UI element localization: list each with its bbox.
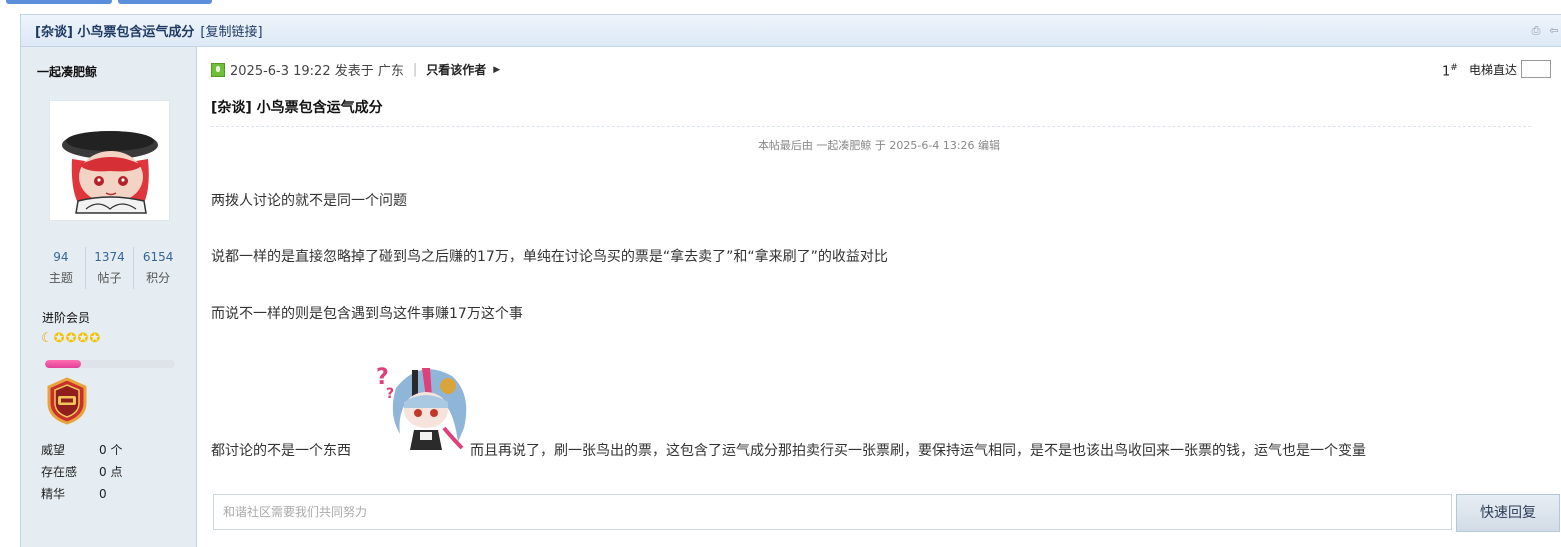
post-date: 2025-6-3 19:22 发表于 广东 — [230, 64, 404, 79]
level-stars: ☾ ✪ ✪ ✪ ✪ — [41, 332, 100, 346]
top-tab-strip — [0, 0, 1561, 4]
avatar-image — [62, 131, 158, 214]
profile-value: 0 点 — [99, 465, 123, 479]
post-title: [杂谈] 小鸟票包含运气成分 — [211, 100, 383, 116]
stat-posts[interactable]: 1374 帖子 — [86, 247, 135, 289]
author-name[interactable]: 一起凑肥鲸 — [37, 63, 97, 80]
elevator-label: 电梯直达 — [1469, 62, 1518, 77]
profile-value: 0 — [99, 487, 107, 501]
medal-icon[interactable] — [43, 377, 91, 425]
profile-value: 0 个 — [99, 443, 123, 457]
play-arrow-icon[interactable]: ▶ — [493, 65, 500, 75]
title-divider — [211, 126, 1531, 127]
stat-posts-value[interactable]: 1374 — [86, 247, 134, 267]
post-paragraph-before-sticker: 都讨论的不是一个东西 — [211, 443, 351, 459]
author-stats: 94 主题 1374 帖子 6154 积分 — [37, 247, 182, 289]
post-paragraph: 两拨人讨论的就不是同一个问题 — [211, 193, 407, 209]
svg-text:?: ? — [386, 386, 394, 402]
floor-number[interactable]: 1# — [1442, 63, 1458, 79]
elevator-input[interactable] — [1521, 60, 1552, 78]
post-paragraph: 说都一样的是直接忽略掉了碰到鸟之后赚的17万，单纯在讨论鸟买的票是“拿去卖了”和… — [211, 249, 888, 265]
star-icon: ✪ — [53, 331, 65, 346]
copy-link-button[interactable]: [复制链接] — [200, 21, 262, 40]
print-icon[interactable]: ⎙ — [1529, 24, 1543, 38]
star-icon: ✪ — [77, 331, 89, 346]
moon-icon: ☾ — [41, 331, 53, 346]
elevator-jump: 电梯直达 — [1469, 60, 1552, 78]
edit-note: 本帖最后由 一起凑肥鲸 于 2025-6-4 13:26 编辑 — [757, 139, 1001, 152]
top-tab-2[interactable] — [118, 0, 212, 4]
author-sidebar: 一起凑肥鲸 94 主题 1374 帖子 6154 积分 进阶会员 ☾ ✪ ✪ ✪… — [20, 47, 197, 547]
stat-points[interactable]: 6154 积分 — [134, 247, 182, 289]
top-tab-1[interactable] — [6, 0, 112, 4]
profile-key: 精华 — [41, 487, 66, 501]
post-meta: 2025-6-3 19:22 发表于 广东 | 只看该作者 ▶ — [211, 60, 500, 79]
online-status-icon — [211, 62, 225, 77]
stat-posts-label: 帖子 — [97, 271, 122, 285]
quick-reply-input[interactable]: 和谐社区需要我们共同努力 — [213, 494, 1452, 530]
thread-title: [杂谈] 小鸟票包含运气成分 — [35, 25, 195, 40]
stat-topics-label: 主题 — [48, 271, 73, 285]
star-icon: ✪ — [65, 331, 77, 346]
author-profile-fields: 威望 0 个 存在感 0 点 精华 0 — [41, 439, 122, 505]
stat-topics[interactable]: 94 主题 — [37, 247, 86, 289]
stat-topics-value[interactable]: 94 — [37, 247, 85, 267]
sticker-image: ? ? — [376, 365, 467, 450]
member-level[interactable]: 进阶会员 — [42, 309, 90, 326]
only-author-link[interactable]: 只看该作者 — [426, 61, 486, 78]
profile-key: 威望 — [41, 443, 66, 457]
level-progress-bar — [45, 360, 175, 368]
level-progress-fill — [45, 360, 82, 368]
star-icon: ✪ — [89, 331, 101, 346]
profile-prestige: 威望 0 个 — [41, 439, 122, 461]
quick-reply-button[interactable]: 快速回复 — [1456, 494, 1560, 532]
post-paragraph: 而说不一样的则是包含遇到鸟这件事赚17万这个事 — [211, 306, 523, 322]
profile-key: 存在感 — [41, 465, 78, 479]
floor-mark: # — [1450, 63, 1458, 73]
profile-presence: 存在感 0 点 — [41, 461, 122, 483]
profile-digest: 精华 0 — [41, 483, 122, 505]
stat-points-label: 积分 — [146, 271, 171, 285]
thread-title-bar: [杂谈] 小鸟票包含运气成分 [复制链接] ⎙ ⇦ — [20, 14, 1561, 47]
meta-separator: | — [412, 62, 418, 77]
avatar[interactable] — [49, 100, 170, 221]
post-paragraph-after-sticker: 而且再说了，刷一张鸟出的票，这包含了运气成分那拍卖行买一张票刷，要保持运气相同，… — [470, 443, 1366, 459]
back-icon[interactable]: ⇦ — [1547, 24, 1561, 38]
post-main: 2025-6-3 19:22 发表于 广东 | 只看该作者 ▶ 1# 电梯直达 … — [197, 47, 1561, 547]
stat-points-value[interactable]: 6154 — [134, 247, 182, 267]
